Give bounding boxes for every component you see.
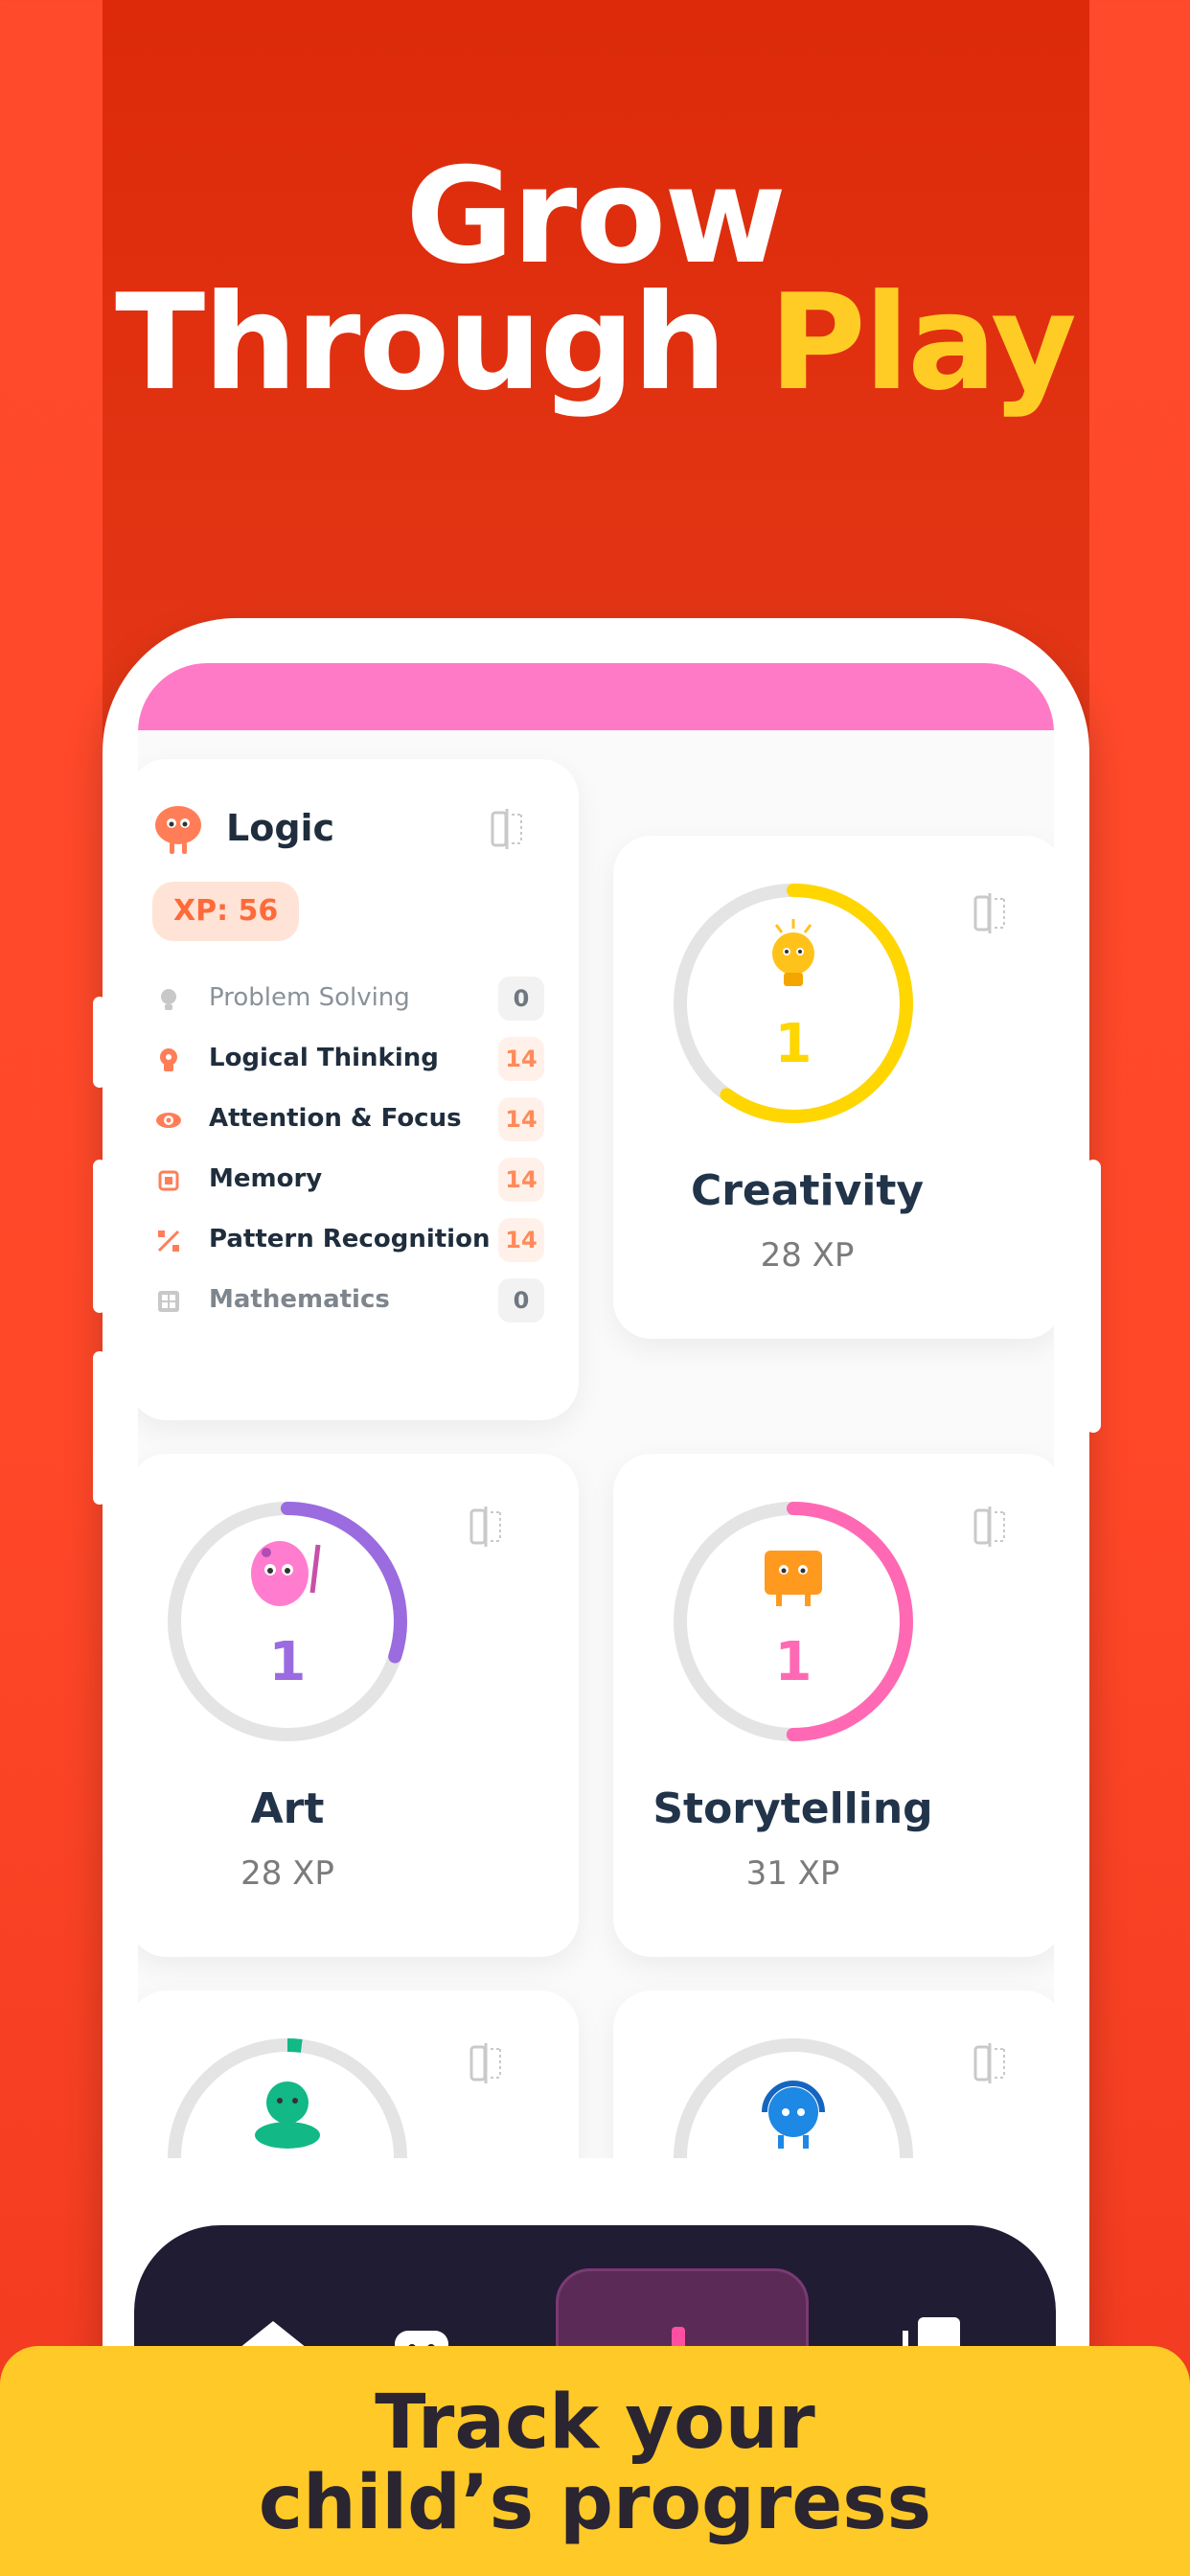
progress-ring: 1	[669, 879, 918, 1128]
card-title: Creativity	[690, 1166, 925, 1215]
card-title: Art	[250, 1784, 325, 1833]
headline-line2: Through Play	[0, 277, 1190, 409]
creativity-card[interactable]: 1 Creativity 28 XP	[613, 836, 1054, 1339]
skill-label: Logical Thinking	[209, 1044, 439, 1072]
book-mascot-icon	[765, 1551, 822, 1606]
headphones-mascot-icon	[762, 2081, 825, 2149]
compare-icon[interactable]	[973, 893, 1006, 933]
headline-line2-accent: Play	[768, 265, 1077, 420]
headline-line1: Grow	[405, 139, 787, 293]
compare-icon[interactable]	[491, 809, 523, 849]
brain-head-icon	[160, 1048, 177, 1071]
chip-icon	[158, 1170, 179, 1191]
compare-icon[interactable]	[469, 2043, 502, 2083]
storytelling-card[interactable]: 1 Storytelling 31 XP	[613, 1454, 1054, 1957]
skill-card-partial[interactable]	[138, 1990, 579, 2158]
card-xp: 28 XP	[760, 1236, 855, 1275]
app-screen: Logic XP: 56 Problem Solving 0 Logical T…	[138, 663, 1054, 2158]
screen-lower-area	[138, 2158, 1054, 2225]
skill-row: Mathematics 0	[155, 1276, 544, 1324]
banner-text: Track your child’s progress	[0, 2382, 1190, 2543]
skill-count: 0	[498, 1278, 544, 1322]
progress-ring	[669, 2034, 918, 2158]
lightbulb-mascot-icon	[772, 919, 814, 986]
art-card[interactable]: 1 Art 28 XP	[138, 1454, 579, 1957]
skill-count: 14	[498, 1097, 544, 1141]
progress-ring: 1	[669, 1497, 918, 1746]
top-color-bar	[138, 663, 1054, 730]
progress-ring: 1	[163, 1497, 412, 1746]
card-xp: 31 XP	[745, 1854, 840, 1893]
level-number: 1	[774, 1631, 812, 1693]
eye-icon	[156, 1113, 181, 1128]
pattern-icon	[157, 1230, 180, 1253]
skill-count: 0	[498, 977, 544, 1021]
phone-side-button	[93, 1351, 106, 1505]
skill-row: Attention & Focus 14	[155, 1095, 544, 1143]
progress-ring	[163, 2034, 412, 2158]
skill-count: 14	[498, 1037, 544, 1081]
skill-count: 14	[498, 1218, 544, 1262]
logic-title: Logic	[226, 807, 335, 849]
compare-icon[interactable]	[973, 1506, 1006, 1547]
meditating-mascot-icon	[255, 2082, 320, 2149]
palette-mascot-icon	[251, 1541, 321, 1606]
phone-side-button	[93, 1160, 106, 1313]
skill-row: Logical Thinking 14	[155, 1035, 544, 1083]
skill-label: Pattern Recognition	[209, 1225, 491, 1254]
calculator-icon	[158, 1291, 179, 1312]
lightbulb-icon	[161, 989, 176, 1010]
bottom-banner: Track your child’s progress	[0, 2346, 1190, 2576]
logic-card[interactable]: Logic XP: 56 Problem Solving 0 Logical T…	[138, 759, 579, 1420]
card-xp: 28 XP	[240, 1854, 334, 1893]
skill-label: Problem Solving	[209, 983, 410, 1012]
phone-side-button	[1086, 1160, 1101, 1433]
banner-line1: Track your	[375, 2380, 815, 2466]
skill-label: Mathematics	[209, 1285, 390, 1314]
headline: Grow Through Play	[0, 139, 1190, 409]
banner-line2: child’s progress	[258, 2460, 932, 2546]
brain-mascot-icon	[155, 806, 201, 854]
compare-icon[interactable]	[469, 1506, 502, 1547]
card-title: Storytelling	[652, 1784, 933, 1833]
skill-label: Attention & Focus	[209, 1104, 462, 1133]
compare-icon[interactable]	[973, 2043, 1006, 2083]
skill-count: 14	[498, 1158, 544, 1202]
level-number: 1	[774, 1013, 812, 1075]
level-number: 1	[268, 1631, 307, 1693]
skill-row: Pattern Recognition 14	[155, 1216, 544, 1264]
skill-card-partial[interactable]	[613, 1990, 1054, 2158]
skill-row: Problem Solving 0	[155, 975, 544, 1023]
skill-row: Memory 14	[155, 1156, 544, 1204]
xp-badge: XP: 56	[152, 882, 300, 941]
headline-line2-white: Through	[115, 265, 727, 420]
phone-side-button	[93, 997, 106, 1088]
skill-label: Memory	[209, 1164, 323, 1193]
